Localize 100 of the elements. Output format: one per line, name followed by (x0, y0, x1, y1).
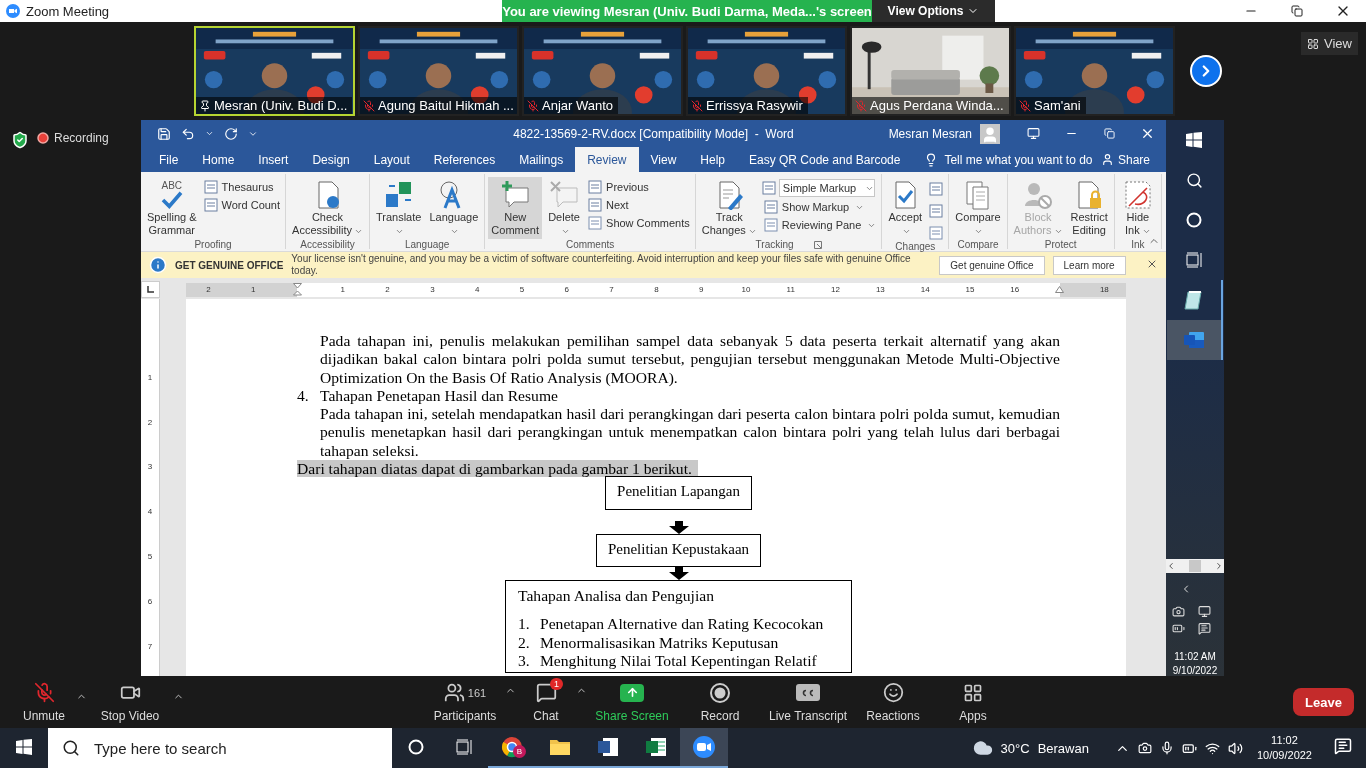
message-title: GET GENUINE OFFICE (175, 259, 284, 271)
ribbon-tab[interactable]: Mailings (507, 147, 576, 172)
record-button[interactable]: Record (677, 681, 763, 723)
ribbon-button[interactable]: Delete (544, 177, 585, 239)
ribbon-tab[interactable]: References (421, 147, 508, 172)
window-title: Zoom Meeting (26, 3, 110, 19)
ruler-number: 13 (875, 285, 885, 294)
ruler-number: 6 (564, 285, 569, 294)
ruler-number: 1 (147, 372, 153, 382)
group-label: Compare (957, 239, 999, 250)
ribbon-tab[interactable]: Design (300, 147, 362, 172)
group-label: Protect (1044, 239, 1077, 250)
ribbon-tab[interactable]: Help (688, 147, 737, 172)
list-item-text: Menghitung Nilai Total Kepentingan Relatif (540, 651, 817, 671)
ribbon-tab[interactable]: Layout (361, 147, 422, 172)
tell-me-field[interactable]: Tell me what you want to do (944, 152, 1093, 167)
video-tile[interactable]: Anjar Wanto (522, 26, 683, 116)
reactions-button[interactable]: Reactions (853, 681, 934, 723)
clock-time: 11:02 (1271, 733, 1298, 748)
document-title: 4822-13569-2-RV.docx [Compatibility Mode] - Word (513, 126, 794, 141)
markup-select[interactable]: Simple Markup (778, 179, 875, 197)
search-field[interactable]: Type here to search (48, 728, 392, 768)
view-options-button[interactable]: View Options (872, 0, 995, 22)
paragraph: Pada tahapan ini, setelah mendapatkan hasil dari perangkingan dari peserta calon bintara polri polda sumut, kemudian penulis menetapkan hasil dari perangkingan untuk menempatkan calon bintara polri yang telah lulus dari berbagai tahapan seleksi. (320, 405, 1060, 461)
participant-name: Agus Perdana Winda... (870, 98, 1004, 113)
ribbon-tab[interactable]: Review (575, 147, 639, 172)
ruler-number: 4 (474, 285, 480, 294)
ribbon-button[interactable]: Previous (586, 179, 692, 195)
list-item-text: Penetapan Alternative dan Rating Kecocokan (540, 615, 824, 634)
group-label: Language (404, 239, 450, 250)
recording-label: Recording (54, 131, 109, 145)
group-label: Accessibility (300, 239, 355, 250)
ribbon-button[interactable]: Accept (885, 177, 926, 239)
ruler-number: 5 (519, 285, 525, 294)
ribbon-button[interactable]: Reviewing Pane (761, 217, 879, 233)
group-label: Tracking (755, 239, 794, 250)
list-item-text: Menormalisasikan Matriks Keputusan (540, 633, 779, 652)
clock-date: 10/09/2022 (1256, 748, 1312, 763)
profile-badge: B (513, 745, 526, 758)
unmute-button[interactable]: Unmute (12, 681, 76, 723)
view-button[interactable]: View (1301, 32, 1358, 55)
group-label: Comments (565, 239, 615, 250)
temperature: 30°C (1000, 740, 1030, 756)
stop-video-button[interactable]: Stop Video (87, 681, 173, 723)
participant-name: Errissya Rasywir (706, 98, 803, 113)
participants-button[interactable]: 161 Participants (425, 681, 505, 723)
ribbon-button[interactable]: Next (586, 197, 692, 213)
message-button[interactable]: Learn more (1052, 255, 1126, 275)
ribbon-button[interactable]: Check Accessibility (289, 177, 366, 239)
ribbon-button[interactable]: ABC Spelling & Grammar (144, 177, 200, 239)
ruler-number: 7 (609, 285, 614, 294)
ribbon-tab[interactable]: File (147, 147, 191, 172)
ribbon-button[interactable]: Word Count (201, 197, 283, 213)
ruler-number: 10 (741, 285, 751, 294)
video-tile[interactable]: Errissya Rasywir (686, 26, 847, 116)
video-tile[interactable]: Agung Baitul Hikmah ... (358, 26, 519, 116)
icon-label: ABC (161, 181, 183, 191)
ribbon-tab[interactable]: Easy QR Code and Barcode (737, 147, 913, 172)
video-tile[interactable]: Mesran (Univ. Budi D... (194, 26, 355, 116)
leave-button[interactable]: Leave (1293, 688, 1354, 716)
ribbon-button[interactable]: Track Changes (698, 177, 760, 239)
weather-condition: Berawan (1037, 740, 1089, 756)
clock-time: 11:02 AM (1174, 651, 1216, 662)
ruler-number: 7 (147, 641, 153, 651)
ruler-number: 11 (786, 285, 795, 294)
list-item-text: Tahapan Penetapan Hasil dan Resume (320, 386, 558, 406)
message-button[interactable]: Get genuine Office (939, 255, 1045, 275)
group-label: Changes (895, 241, 936, 252)
message-text: Your license isn't genuine, and you may be a victim of software counterfeiting. Avoid interruption and keep your files safe with genuine Office today. (291, 253, 912, 277)
ribbon-button[interactable]: Compare (952, 177, 1004, 239)
ribbon-button[interactable]: Show Markup (761, 199, 879, 215)
ribbon-button[interactable]: New Comment (488, 177, 543, 239)
taskbar-app[interactable]: B (488, 728, 536, 768)
ribbon-button[interactable]: Thesaurus (201, 179, 283, 195)
ruler-number: 5 (147, 552, 153, 562)
ribbon-tab[interactable]: Insert (246, 147, 301, 172)
ribbon-button[interactable]: Restrict Editing (1067, 177, 1111, 239)
participant-name: Anjar Wanto (542, 98, 614, 113)
ruler-number: 18 (1099, 285, 1109, 294)
user-name: Mesran Mesran (888, 126, 972, 141)
list-number: 3. (518, 651, 531, 671)
video-tile[interactable]: Agus Perdana Winda... (850, 26, 1011, 116)
ruler-number: 2 (147, 417, 153, 427)
ruler-number: 15 (965, 285, 975, 294)
ribbon-button[interactable]: Language (426, 177, 482, 239)
ribbon-button[interactable]: Show Comments (586, 215, 692, 231)
participant-name: Agung Baitul Hikmah ... (378, 98, 514, 113)
apps-button[interactable]: Apps (933, 681, 1014, 723)
ribbon-tab[interactable]: Home (190, 147, 247, 172)
ruler-number: 9 (698, 285, 704, 294)
ribbon-button[interactable]: Hide Ink (1117, 177, 1158, 239)
share-button[interactable]: Share (1094, 147, 1156, 172)
share-screen-button[interactable]: Share Screen (587, 681, 677, 723)
participant-name: Sam'ani (1034, 98, 1081, 113)
video-tile[interactable]: Sam'ani (1014, 26, 1175, 116)
ribbon-tab[interactable]: View (638, 147, 689, 172)
ruler-number: 16 (1010, 285, 1020, 294)
ribbon-button[interactable]: Translate (372, 177, 425, 239)
flow-box: Penelitian Kepustakaan (595, 533, 762, 567)
live-transcript-button[interactable]: Live Transcript (763, 681, 854, 723)
